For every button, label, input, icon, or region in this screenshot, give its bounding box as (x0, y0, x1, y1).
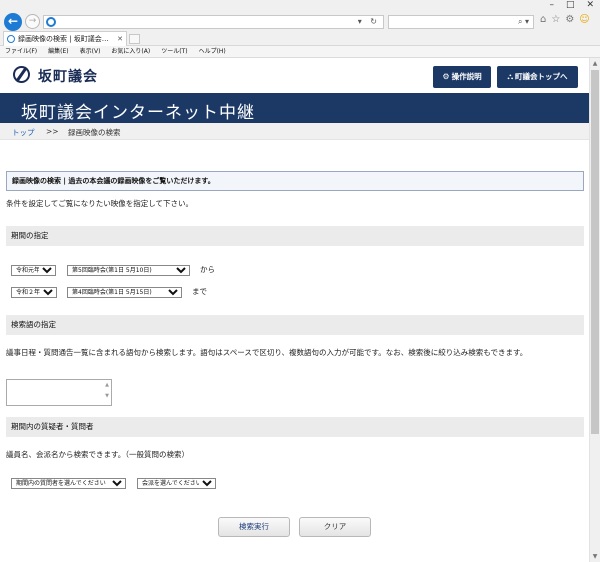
tab-favicon-icon (7, 35, 15, 43)
party-select[interactable]: 会派を選んでください (137, 478, 216, 489)
speaker-description: 議員名、会派名から検索できます。（一般質問の検索） (6, 450, 189, 459)
address-bar[interactable]: ▾ ↻ (43, 15, 384, 29)
breadcrumb-current: 録画映像の検索 (68, 128, 121, 137)
menu-favorites[interactable]: お気に入り(A) (111, 46, 150, 57)
toolbar-icons: ⌂ ☆ ⚙ ☺ (540, 14, 590, 25)
forward-arrow-icon[interactable]: → (25, 14, 40, 29)
refresh-icon[interactable]: ▾ ↻ (358, 17, 380, 26)
browser-toolbar: – □ ✕ ← → ▾ ↻ ⌕ ▾ ⌂ ☆ ⚙ ☺ 録画映像の検索 | 坂町議会… (0, 0, 600, 46)
from-suffix: から (200, 265, 215, 274)
help-button[interactable]: ⚙ 操作説明 (433, 66, 491, 88)
tab-title: 録画映像の検索 | 坂町議会… (18, 35, 109, 43)
title-banner: 坂町議会インターネット中継 (0, 93, 589, 123)
menu-file[interactable]: ファイル(F) (5, 46, 37, 57)
menu-tools[interactable]: ツール(T) (161, 46, 187, 57)
back-arrow-icon[interactable]: ← (4, 13, 22, 31)
browser-search-box[interactable]: ⌕ ▾ (388, 15, 534, 29)
tab-close-icon[interactable]: ✕ (117, 32, 123, 46)
from-year-select[interactable]: 令和元年 (11, 265, 56, 276)
scroll-up-icon[interactable]: ▲ (590, 60, 600, 67)
page-scrollbar[interactable]: ▲ ▼ (589, 58, 600, 562)
scrollbar-thumb[interactable] (591, 70, 599, 434)
close-window-button[interactable]: ✕ (586, 0, 594, 10)
feedback-smiley-icon[interactable]: ☺ (579, 14, 589, 25)
menu-help[interactable]: ヘルプ(H) (199, 46, 226, 57)
from-session-select[interactable]: 第5回臨時会(第1日 5月10日) (67, 265, 190, 276)
ie-logo-icon (46, 17, 56, 27)
gear-icon: ⚙ (442, 72, 450, 81)
clear-button[interactable]: クリア (299, 517, 371, 537)
scroll-down-icon[interactable]: ▼ (590, 553, 600, 560)
keyword-heading: 検索語の指定 (6, 315, 584, 335)
minimize-button[interactable]: – (549, 0, 554, 10)
to-suffix: まで (192, 287, 207, 296)
notice-box: 録画映像の検索 | 過去の本会議の録画映像をご覧いただけます。 (6, 171, 584, 191)
home-icon[interactable]: ⌂ (540, 14, 546, 25)
town-emblem-icon (13, 66, 30, 83)
window-controls: – □ ✕ (549, 0, 594, 10)
menu-view[interactable]: 表示(V) (80, 46, 101, 57)
breadcrumb-home-link[interactable]: トップ (12, 127, 35, 138)
to-year-select[interactable]: 令和２年 (11, 287, 57, 298)
textarea-scroll-arrows-icon: ▲ ▼ (105, 382, 109, 399)
page-title: 坂町議会インターネット中継 (21, 103, 255, 123)
questioner-select[interactable]: 期間内の質問者を選んでください (11, 478, 126, 489)
new-tab-button[interactable] (129, 34, 140, 44)
gear-icon[interactable]: ⚙ (565, 14, 574, 25)
assembly-top-label: 町議会トップへ (515, 72, 568, 81)
to-session-select[interactable]: 第4回臨時会(第1日 5月15日) (67, 287, 182, 298)
favorites-star-icon[interactable]: ☆ (551, 14, 560, 25)
browser-tab[interactable]: 録画映像の検索 | 坂町議会… ✕ (3, 31, 127, 46)
breadcrumb: トップ >> 録画映像の検索 (0, 123, 589, 140)
web-page: 坂町議会 ⚙ 操作説明 ⛬ 町議会トップへ 坂町議会インターネット中継 トップ >>… (0, 58, 589, 562)
period-heading: 期間の指定 (6, 226, 584, 246)
assembly-top-button[interactable]: ⛬ 町議会トップへ (497, 66, 578, 88)
search-button[interactable]: 検索実行 (218, 517, 290, 537)
keyword-textarea[interactable] (6, 379, 112, 406)
breadcrumb-separator: >> (46, 127, 59, 136)
intro-text: 条件を設定してご覧になりたい映像を指定して下さい。 (6, 199, 194, 208)
keyword-description: 議事日程・質問通告一覧に含まれる語句から検索します。語句はスペースで区切り、複数… (6, 348, 528, 357)
help-button-label: 操作説明 (451, 72, 482, 81)
search-icon[interactable]: ⌕ ▾ (518, 17, 529, 27)
maximize-button[interactable]: □ (566, 0, 575, 10)
menu-edit[interactable]: 編集(E) (48, 46, 68, 57)
speaker-heading: 期間内の質疑者・質問者 (6, 417, 584, 437)
site-logo-text[interactable]: 坂町議会 (38, 66, 98, 86)
site-header: 坂町議会 ⚙ 操作説明 ⛬ 町議会トップへ (0, 58, 589, 92)
menu-bar: ファイル(F) 編集(E) 表示(V) お気に入り(A) ツール(T) ヘルプ(… (0, 46, 600, 58)
building-icon: ⛬ (507, 72, 514, 81)
